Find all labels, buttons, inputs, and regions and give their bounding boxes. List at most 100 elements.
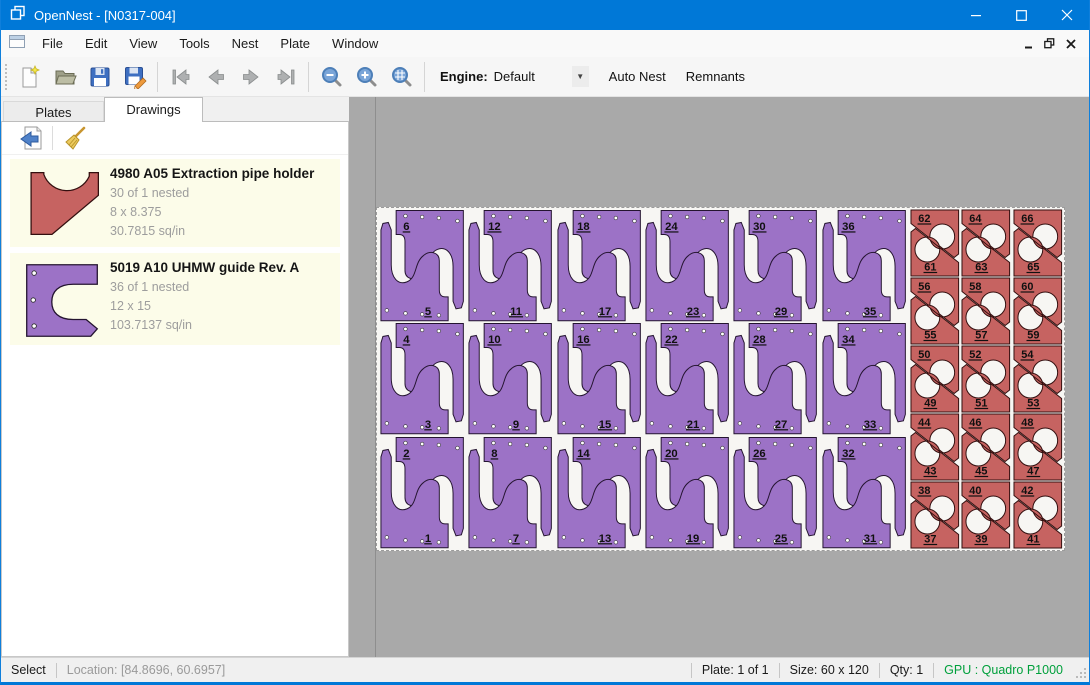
svg-text:61: 61 xyxy=(924,261,936,273)
new-file-button[interactable] xyxy=(12,61,47,93)
minimize-button[interactable] xyxy=(954,0,999,30)
app-icon xyxy=(10,5,26,26)
menu-item-nest[interactable]: Nest xyxy=(221,31,270,56)
svg-text:44: 44 xyxy=(918,417,931,429)
svg-text:46: 46 xyxy=(970,417,982,429)
auto-nest-button[interactable]: Auto Nest xyxy=(601,63,674,90)
svg-text:64: 64 xyxy=(970,213,983,225)
svg-text:49: 49 xyxy=(924,397,936,409)
svg-text:33: 33 xyxy=(863,419,876,431)
svg-text:20: 20 xyxy=(665,447,678,459)
status-bar: Select Location: [84.8696, 60.6957] Plat… xyxy=(1,657,1089,682)
svg-text:31: 31 xyxy=(863,532,876,544)
next-plate-button[interactable] xyxy=(233,61,268,93)
status-gpu: GPU : Quadro P1000 xyxy=(934,663,1073,677)
menu-item-window[interactable]: Window xyxy=(321,31,389,56)
menu-item-view[interactable]: View xyxy=(118,31,168,56)
svg-text:42: 42 xyxy=(1021,485,1033,497)
nest-cell: 4847 xyxy=(1012,413,1064,481)
mdi-restore-button[interactable] xyxy=(1039,34,1060,54)
svg-text:48: 48 xyxy=(1021,417,1033,429)
nest-cell: 4443 xyxy=(909,413,961,481)
nest-cell: 2423 xyxy=(643,209,731,322)
nest-cell: 6059 xyxy=(1012,277,1064,345)
first-plate-button[interactable] xyxy=(163,61,198,93)
nest-cell: 87 xyxy=(466,436,554,549)
engine-label: Engine: xyxy=(440,69,488,84)
svg-text:14: 14 xyxy=(577,447,590,459)
toolbar-grip[interactable] xyxy=(4,62,8,92)
nest-cell: 64 63 xyxy=(960,209,1012,277)
svg-text:15: 15 xyxy=(598,419,611,431)
tab-drawings[interactable]: Drawings xyxy=(104,97,203,122)
nest-cell: 43 xyxy=(378,322,466,435)
svg-text:53: 53 xyxy=(1027,397,1039,409)
last-plate-button[interactable] xyxy=(268,61,303,93)
mdi-minimize-button[interactable] xyxy=(1018,34,1039,54)
svg-text:65: 65 xyxy=(1027,261,1039,273)
menu-item-file[interactable]: File xyxy=(31,31,74,56)
import-drawing-button[interactable] xyxy=(14,124,46,152)
tab-plates[interactable]: Plates xyxy=(3,101,104,122)
svg-text:57: 57 xyxy=(976,329,988,341)
open-folder-icon xyxy=(53,65,77,89)
mdi-close-button[interactable] xyxy=(1060,34,1081,54)
drawing-list-item[interactable]: 4980 A05 Extraction pipe holder30 of 1 n… xyxy=(10,159,340,247)
menu-item-tools[interactable]: Tools xyxy=(168,31,220,56)
svg-text:4: 4 xyxy=(403,334,410,346)
maximize-button[interactable] xyxy=(999,0,1044,30)
engine-dropdown-arrow[interactable]: ▼ xyxy=(572,66,589,87)
nest-cell: 5251 xyxy=(960,345,1012,413)
nest-cell: 2625 xyxy=(731,436,819,549)
menu-item-plate[interactable]: Plate xyxy=(269,31,321,56)
svg-text:38: 38 xyxy=(918,485,930,497)
main-toolbar: Engine: Default ▼ Auto Nest Remnants xyxy=(1,57,1089,97)
menu-bar: FileEditViewToolsNestPlateWindow xyxy=(1,30,1089,57)
nest-cell: 2019 xyxy=(643,436,731,549)
next-icon xyxy=(239,65,263,89)
nest-cell: 65 xyxy=(378,209,466,322)
zoom-in-button[interactable] xyxy=(349,61,384,93)
nest-cell: 21 xyxy=(378,436,466,549)
open-file-button[interactable] xyxy=(47,61,82,93)
nest-cell: 5655 xyxy=(909,277,961,345)
svg-text:56: 56 xyxy=(918,281,930,293)
drawing-size: 8 x 8.375 xyxy=(110,203,336,222)
import-drawing-icon xyxy=(17,125,43,151)
document-icon[interactable] xyxy=(9,34,25,54)
plate[interactable]: 6512111817242330293635431091615222128273… xyxy=(376,207,1065,551)
svg-text:10: 10 xyxy=(488,334,501,346)
svg-text:63: 63 xyxy=(976,261,988,273)
svg-text:62: 62 xyxy=(918,213,930,225)
svg-text:50: 50 xyxy=(918,349,930,361)
save-as-button[interactable] xyxy=(117,61,152,93)
zoom-out-button[interactable] xyxy=(314,61,349,93)
drawing-size: 12 x 15 xyxy=(110,297,336,316)
close-button[interactable] xyxy=(1044,0,1089,30)
svg-text:2: 2 xyxy=(403,447,409,459)
status-location: Location: [84.8696, 60.6957] xyxy=(57,663,235,677)
save-button[interactable] xyxy=(82,61,117,93)
svg-text:11: 11 xyxy=(510,306,523,318)
nest-canvas[interactable]: 6512111817242330293635431091615222128273… xyxy=(349,97,1089,657)
svg-text:37: 37 xyxy=(924,533,936,545)
nest-cell: 3635 xyxy=(820,209,908,322)
nest-cell: 2221 xyxy=(643,322,731,435)
remnants-button[interactable]: Remnants xyxy=(678,63,753,90)
svg-text:51: 51 xyxy=(976,397,988,409)
nest-cell: 5453 xyxy=(1012,345,1064,413)
drawings-panel: 4980 A05 Extraction pipe holder30 of 1 n… xyxy=(1,121,349,657)
svg-text:60: 60 xyxy=(1021,281,1033,293)
resize-grip[interactable] xyxy=(1075,661,1089,679)
menu-item-edit[interactable]: Edit xyxy=(74,31,118,56)
svg-text:13: 13 xyxy=(598,532,611,544)
drawing-list-item[interactable]: 5019 A10 UHMW guide Rev. A36 of 1 nested… xyxy=(10,253,340,345)
zoom-fit-button[interactable] xyxy=(384,61,419,93)
svg-text:30: 30 xyxy=(753,221,766,233)
save-as-icon xyxy=(123,65,147,89)
clean-button[interactable] xyxy=(59,124,91,152)
previous-plate-button[interactable] xyxy=(198,61,233,93)
engine-select[interactable]: Default xyxy=(494,69,572,84)
nest-cell: 1211 xyxy=(466,209,554,322)
svg-text:21: 21 xyxy=(687,419,700,431)
